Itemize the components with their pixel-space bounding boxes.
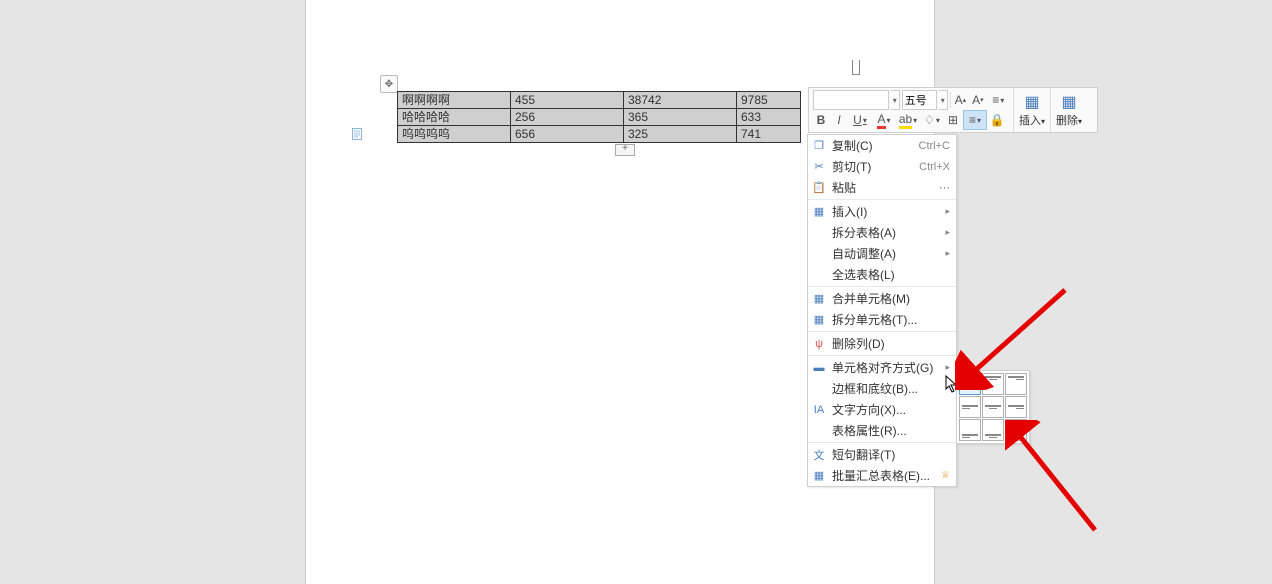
vip-icon: ♕: [941, 470, 950, 481]
ctx-copy[interactable]: ❐ 复制(C) Ctrl+C: [808, 135, 956, 156]
align-middle-center[interactable]: [982, 396, 1004, 418]
font-name-input[interactable]: [813, 90, 889, 110]
table-cell[interactable]: 741: [737, 126, 801, 143]
align-bottom-left[interactable]: [959, 419, 981, 441]
separator: [808, 442, 956, 443]
outline-doc-icon: [352, 128, 362, 140]
separator: [808, 286, 956, 287]
table-cell[interactable]: 656: [511, 126, 624, 143]
lock-icon[interactable]: 🔒: [989, 111, 1005, 129]
table-cell[interactable]: 哈哈哈哈: [398, 109, 511, 126]
mini-toolbar: ▾ 五号 ▾ A▴ A▾ ≡▾ B I U▾ A▾ ab▾ ♢▾ ⊞ ≡▾ 🔒 …: [808, 87, 1098, 133]
ctx-text-direction[interactable]: IA 文字方向(X)...: [808, 399, 956, 420]
ctx-cut[interactable]: ✂ 剪切(T) Ctrl+X: [808, 156, 956, 177]
paste-icon: 📋: [812, 181, 826, 195]
bold-icon[interactable]: B: [813, 111, 829, 129]
table-cell[interactable]: 256: [511, 109, 624, 126]
font-color-icon[interactable]: A▾: [873, 111, 895, 129]
shrink-font-icon[interactable]: A▾: [970, 91, 986, 109]
align-bottom-center[interactable]: [982, 419, 1004, 441]
ctx-table-properties[interactable]: 表格属性(R)...: [808, 420, 956, 441]
font-name-dropdown[interactable]: ▾: [891, 90, 900, 110]
table-row: 啊啊啊啊 455 38742 9785: [398, 92, 801, 109]
text-dir-icon: IA: [812, 403, 826, 417]
grow-font-icon[interactable]: A▴: [953, 91, 969, 109]
ctx-select-all[interactable]: 全选表格(L): [808, 264, 956, 285]
context-menu: ❐ 复制(C) Ctrl+C ✂ 剪切(T) Ctrl+X 📋 粘贴 ⋯ ▦ 插…: [807, 134, 957, 487]
split-icon: ▦: [812, 313, 826, 327]
batch-icon: ▦: [812, 469, 826, 483]
ctx-translate[interactable]: 文 短句翻译(T): [808, 444, 956, 465]
table-cell[interactable]: 38742: [624, 92, 737, 109]
table-cell[interactable]: 啊啊啊啊: [398, 92, 511, 109]
separator: [808, 331, 956, 332]
insert-label: 插入▾: [1019, 112, 1045, 128]
align-dropdown-icon[interactable]: ≡▾: [963, 110, 987, 130]
italic-icon[interactable]: I: [831, 111, 847, 129]
ctx-delete-col[interactable]: ψ 删除列(D): [808, 333, 956, 354]
align-top-right[interactable]: [1005, 373, 1027, 395]
highlight-icon[interactable]: ab▾: [897, 111, 919, 129]
align-top-left[interactable]: [959, 373, 981, 395]
ctx-split-cells[interactable]: ▦ 拆分单元格(T)...: [808, 309, 956, 330]
underline-icon[interactable]: U▾: [849, 111, 871, 129]
ctx-merge-cells[interactable]: ▦ 合并单元格(M): [808, 288, 956, 309]
add-row-button[interactable]: +: [615, 144, 635, 156]
margin-indicator: [852, 60, 860, 75]
delete-col-icon: ψ: [812, 337, 826, 351]
delete-group[interactable]: ▦ 删除▾: [1051, 88, 1087, 132]
font-size-dropdown[interactable]: ▾: [939, 90, 948, 110]
ctx-batch-sum[interactable]: ▦ 批量汇总表格(E)... ♕: [808, 465, 956, 486]
separator: [808, 355, 956, 356]
table-row: 哈哈哈哈 256 365 633: [398, 109, 801, 126]
table-row: 呜呜呜呜 656 325 741: [398, 126, 801, 143]
table-move-handle[interactable]: ✥: [380, 75, 398, 93]
align-middle-left[interactable]: [959, 396, 981, 418]
shading-icon[interactable]: ♢▾: [921, 111, 943, 129]
ctx-split-table[interactable]: 拆分表格(A) ▸: [808, 222, 956, 243]
table-cell[interactable]: 455: [511, 92, 624, 109]
ctx-borders[interactable]: 边框和底纹(B)...: [808, 378, 956, 399]
separator: [808, 199, 956, 200]
table-cell[interactable]: 9785: [737, 92, 801, 109]
table-cell[interactable]: 呜呜呜呜: [398, 126, 511, 143]
font-size-input[interactable]: 五号: [902, 90, 937, 110]
table-cell[interactable]: 365: [624, 109, 737, 126]
translate-icon: 文: [812, 448, 826, 462]
ctx-paste[interactable]: 📋 粘贴 ⋯: [808, 177, 956, 198]
insert-table-icon: ▦: [1024, 92, 1039, 112]
delete-label: 删除▾: [1056, 112, 1082, 128]
separator: [950, 92, 951, 108]
table-cell[interactable]: 633: [737, 109, 801, 126]
data-table[interactable]: 啊啊啊啊 455 38742 9785 哈哈哈哈 256 365 633 呜呜呜…: [397, 91, 801, 143]
merge-cells-icon[interactable]: ⊞: [945, 111, 961, 129]
delete-table-icon: ▦: [1061, 92, 1076, 112]
ctx-autofit[interactable]: 自动调整(A) ▸: [808, 243, 956, 264]
align-bottom-right[interactable]: [1005, 419, 1027, 441]
align-top-center[interactable]: [982, 373, 1004, 395]
list-icon[interactable]: ≡▾: [988, 91, 1009, 109]
insert-icon: ▦: [812, 205, 826, 219]
alignment-submenu: [956, 370, 1030, 444]
table-cell[interactable]: 325: [624, 126, 737, 143]
insert-group[interactable]: ▦ 插入▾: [1014, 88, 1051, 132]
align-middle-right[interactable]: [1005, 396, 1027, 418]
merge-icon: ▦: [812, 292, 826, 306]
cut-icon: ✂: [812, 160, 826, 174]
align-icon: ▬: [812, 361, 826, 375]
copy-icon: ❐: [812, 139, 826, 153]
ctx-insert[interactable]: ▦ 插入(I) ▸: [808, 201, 956, 222]
ctx-cell-alignment[interactable]: ▬ 单元格对齐方式(G) ▸: [808, 357, 956, 378]
